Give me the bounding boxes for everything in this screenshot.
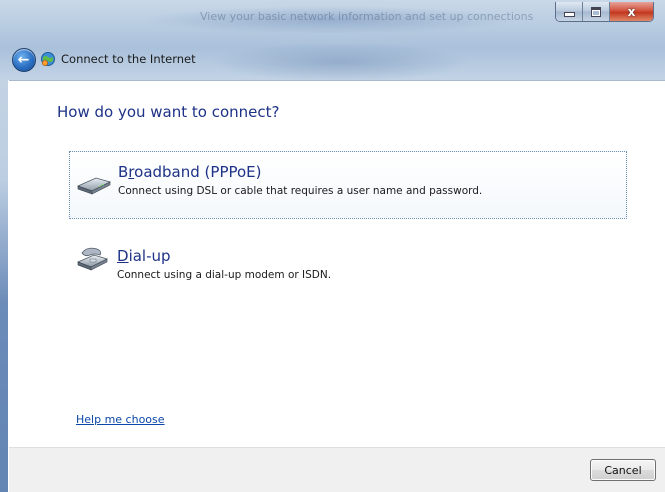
- close-icon: x: [627, 4, 636, 19]
- option-description: Connect using a dial-up modem or ISDN.: [117, 269, 332, 281]
- dialup-modem-icon: [76, 247, 109, 271]
- option-broadband[interactable]: Broadband (PPPoE) Connect using DSL or c…: [69, 151, 627, 219]
- connect-wizard-window: View your basic network information and …: [0, 0, 665, 492]
- maximize-button[interactable]: [583, 2, 610, 21]
- minimize-button[interactable]: [556, 2, 583, 21]
- page-heading: How do you want to connect?: [57, 103, 280, 121]
- caption-buttons: x: [555, 2, 654, 22]
- network-globe-icon: [41, 52, 55, 66]
- help-me-choose-link[interactable]: Help me choose: [76, 413, 165, 426]
- back-arrow-icon: ←: [17, 51, 30, 68]
- wizard-footer: Cancel: [9, 447, 665, 492]
- back-button[interactable]: ←: [12, 48, 36, 72]
- option-description: Connect using DSL or cable that requires…: [118, 185, 483, 197]
- option-dialup[interactable]: Dial-up Connect using a dial-up modem or…: [69, 236, 625, 302]
- cancel-button[interactable]: Cancel: [590, 459, 656, 481]
- minimize-icon: [556, 2, 582, 21]
- close-button[interactable]: x: [610, 2, 653, 21]
- wizard-content: How do you want to connect? Broadband (P…: [9, 80, 665, 448]
- glass-blur: [210, 42, 470, 82]
- option-title: Broadband (PPPoE): [118, 163, 262, 181]
- option-title: Dial-up: [117, 247, 171, 265]
- background-window-title: View your basic network information and …: [200, 10, 534, 23]
- broadband-modem-icon: [76, 177, 112, 195]
- wizard-title: Connect to the Internet: [61, 52, 196, 66]
- maximize-icon: [583, 2, 609, 21]
- window-frame-left-accent: [0, 180, 8, 492]
